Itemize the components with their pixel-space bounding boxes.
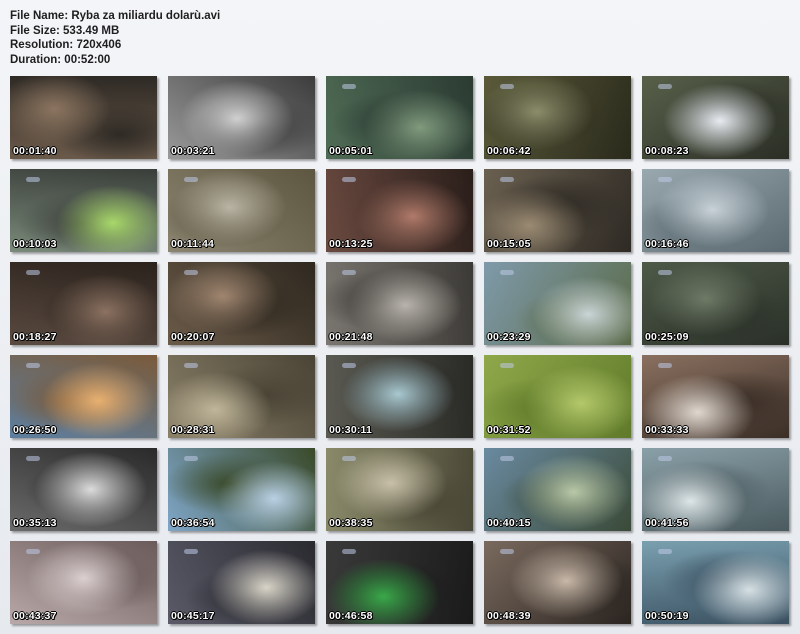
thumbnail-timestamp: 00:50:19 (645, 610, 689, 622)
channel-logo-icon (184, 549, 198, 554)
video-thumbnail[interactable]: 00:26:50 (10, 355, 157, 438)
channel-logo-icon (500, 549, 514, 554)
thumbnail-timestamp: 00:45:17 (171, 610, 215, 622)
video-thumbnail[interactable]: 00:03:21 (168, 76, 315, 159)
video-thumbnail[interactable]: 00:16:46 (642, 169, 789, 252)
channel-logo-icon (26, 549, 40, 554)
thumbnail-timestamp: 00:05:01 (329, 145, 373, 157)
video-thumbnail[interactable]: 00:18:27 (10, 262, 157, 345)
channel-logo-icon (184, 456, 198, 461)
thumbnail-timestamp: 00:20:07 (171, 331, 215, 343)
channel-logo-icon (342, 363, 356, 368)
thumbnail-timestamp: 00:46:58 (329, 610, 373, 622)
thumbnail-timestamp: 00:16:46 (645, 238, 689, 250)
video-thumbnail[interactable]: 00:10:03 (10, 169, 157, 252)
channel-logo-icon (342, 456, 356, 461)
channel-logo-icon (342, 177, 356, 182)
channel-logo-icon (658, 270, 672, 275)
thumbnail-timestamp: 00:03:21 (171, 145, 215, 157)
thumbnail-timestamp: 00:43:37 (13, 610, 57, 622)
thumbnail-timestamp: 00:28:31 (171, 424, 215, 436)
thumbnail-timestamp: 00:36:54 (171, 517, 215, 529)
thumbnail-timestamp: 00:35:13 (13, 517, 57, 529)
file-name-line: File Name: Ryba za miliardu dolarù.avi (10, 10, 221, 22)
thumbnail-timestamp: 00:31:52 (487, 424, 531, 436)
thumbnail-timestamp: 00:15:05 (487, 238, 531, 250)
channel-logo-icon (658, 549, 672, 554)
video-thumbnail[interactable]: 00:15:05 (484, 169, 631, 252)
video-thumbnail[interactable]: 00:35:13 (10, 448, 157, 531)
channel-logo-icon (342, 549, 356, 554)
channel-logo-icon (500, 270, 514, 275)
channel-logo-icon (184, 363, 198, 368)
thumbnail-timestamp: 00:30:11 (329, 424, 373, 436)
video-thumbnail[interactable]: 00:48:39 (484, 541, 631, 624)
channel-logo-icon (500, 363, 514, 368)
channel-logo-icon (26, 177, 40, 182)
video-thumbnail[interactable]: 00:30:11 (326, 355, 473, 438)
channel-logo-icon (26, 363, 40, 368)
thumbnail-timestamp: 00:01:40 (13, 145, 57, 157)
channel-logo-icon (500, 177, 514, 182)
file-size-line: File Size: 533.49 MB (10, 24, 120, 37)
thumbnail-timestamp: 00:23:29 (487, 331, 531, 343)
video-thumbnail[interactable]: 00:31:52 (484, 355, 631, 438)
channel-logo-icon (658, 456, 672, 461)
duration-line: Duration: 00:52:00 (10, 53, 111, 66)
resolution-line: Resolution: 720x406 (10, 39, 122, 51)
channel-logo-icon (658, 84, 672, 89)
thumbnail-timestamp: 00:33:33 (645, 424, 689, 436)
channel-logo-icon (184, 270, 198, 275)
video-thumbnail[interactable]: 00:28:31 (168, 355, 315, 438)
video-thumbnail[interactable]: 00:11:44 (168, 169, 315, 252)
thumbnail-timestamp: 00:08:23 (645, 145, 689, 157)
video-thumbnail[interactable]: 00:21:48 (326, 262, 473, 345)
channel-logo-icon (500, 456, 514, 461)
video-thumbnail[interactable]: 00:06:42 (484, 76, 631, 159)
video-thumbnail[interactable]: 00:40:15 (484, 448, 631, 531)
thumbnail-timestamp: 00:11:44 (171, 238, 215, 250)
video-thumbnail[interactable]: 00:46:58 (326, 541, 473, 624)
video-thumbnail[interactable]: 00:20:07 (168, 262, 315, 345)
thumbnail-timestamp: 00:06:42 (487, 145, 531, 157)
thumbnail-timestamp: 00:38:35 (329, 517, 373, 529)
video-thumbnail[interactable]: 00:41:56 (642, 448, 789, 531)
thumbnail-timestamp: 00:25:09 (645, 331, 689, 343)
channel-logo-icon (342, 270, 356, 275)
channel-logo-icon (658, 363, 672, 368)
video-thumbnail[interactable]: 00:43:37 (10, 541, 157, 624)
thumbnail-timestamp: 00:13:25 (329, 238, 373, 250)
video-thumbnail[interactable]: 00:05:01 (326, 76, 473, 159)
thumbnail-timestamp: 00:40:15 (487, 517, 531, 529)
channel-logo-icon (184, 177, 198, 182)
thumbnail-timestamp: 00:21:48 (329, 331, 373, 343)
video-thumbnail[interactable]: 00:38:35 (326, 448, 473, 531)
thumbnail-grid: 00:01:40 00:03:21 00:05:01 00:06:42 00:08:23… (10, 76, 789, 624)
thumbnail-timestamp: 00:48:39 (487, 610, 531, 622)
video-thumbnail[interactable]: 00:25:09 (642, 262, 789, 345)
file-info-block: File Name: Ryba za miliardu dolarù.avi F… (10, 9, 220, 67)
video-thumbnail[interactable]: 00:23:29 (484, 262, 631, 345)
channel-logo-icon (658, 177, 672, 182)
video-thumbnail[interactable]: 00:08:23 (642, 76, 789, 159)
video-thumbnail[interactable]: 00:45:17 (168, 541, 315, 624)
thumbnail-timestamp: 00:18:27 (13, 331, 57, 343)
thumbnail-timestamp: 00:26:50 (13, 424, 57, 436)
video-thumbnail[interactable]: 00:13:25 (326, 169, 473, 252)
channel-logo-icon (342, 84, 356, 89)
video-thumbnail[interactable]: 00:36:54 (168, 448, 315, 531)
video-thumbnail[interactable]: 00:50:19 (642, 541, 789, 624)
channel-logo-icon (500, 84, 514, 89)
channel-logo-icon (26, 456, 40, 461)
video-thumbnail[interactable]: 00:33:33 (642, 355, 789, 438)
thumbnail-timestamp: 00:10:03 (13, 238, 57, 250)
video-thumbnail[interactable]: 00:01:40 (10, 76, 157, 159)
thumbnail-timestamp: 00:41:56 (645, 517, 689, 529)
channel-logo-icon (26, 270, 40, 275)
